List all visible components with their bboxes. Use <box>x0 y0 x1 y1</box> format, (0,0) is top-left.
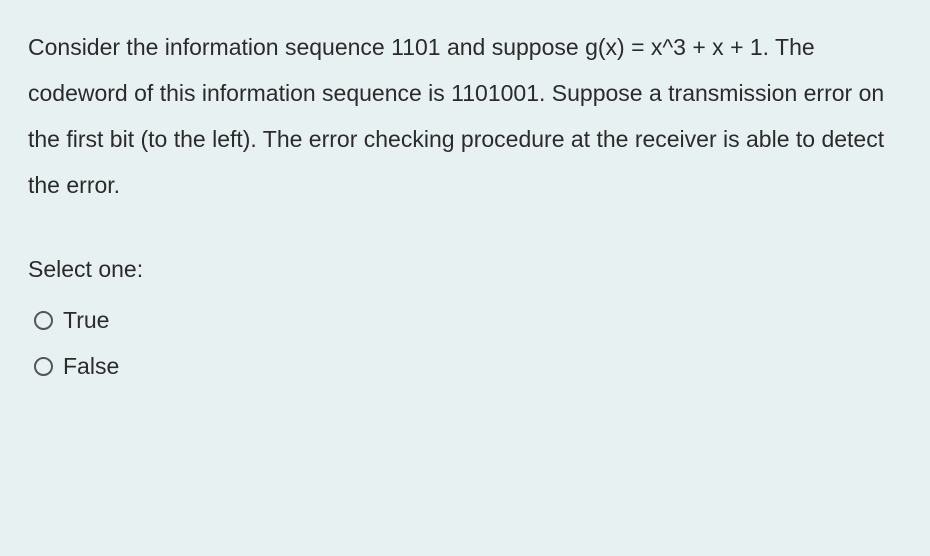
radio-icon[interactable] <box>34 311 53 330</box>
option-label-true: True <box>63 304 109 336</box>
question-text: Consider the information sequence 1101 a… <box>28 24 902 208</box>
select-one-prompt: Select one: <box>28 246 902 292</box>
radio-icon[interactable] <box>34 357 53 376</box>
option-label-false: False <box>63 350 119 382</box>
option-true[interactable]: True <box>28 304 902 336</box>
option-false[interactable]: False <box>28 350 902 382</box>
